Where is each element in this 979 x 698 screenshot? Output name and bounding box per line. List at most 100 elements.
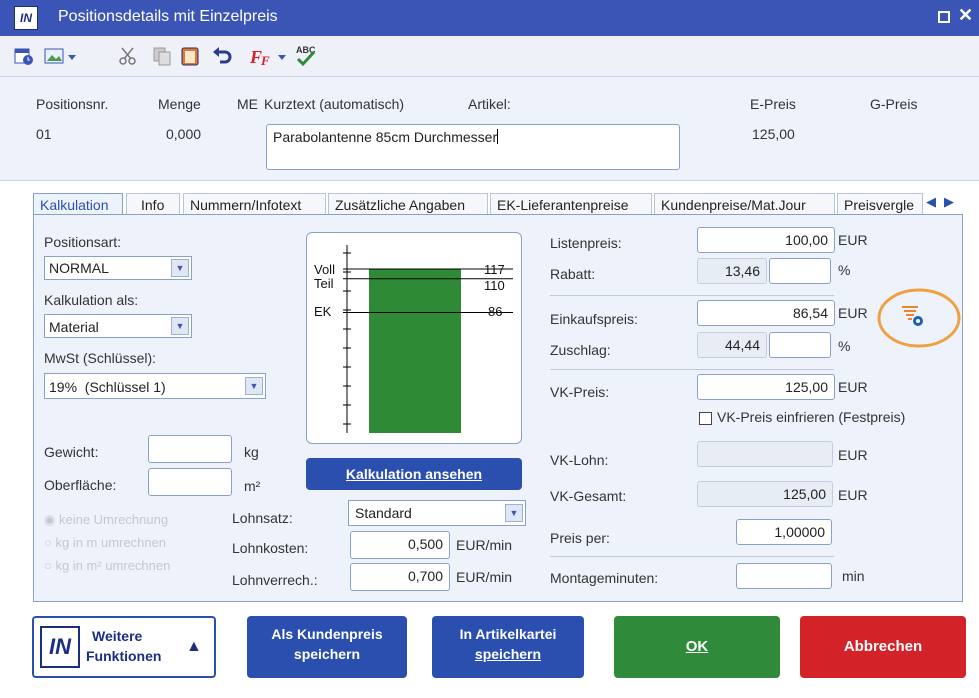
font-dropdown-icon[interactable]: FF (250, 46, 290, 66)
rabatt-label: Rabatt: (550, 266, 596, 282)
tab-label: Kalkulation (40, 197, 109, 213)
title-bar: IN Positionsdetails mit Einzelpreis ✕ (0, 0, 979, 36)
tab-nummern-infotext[interactable]: Nummern/Infotext (183, 193, 326, 215)
radio-kg-in-m[interactable]: ○ kg in m umrechnen (44, 535, 166, 550)
chevron-down-icon[interactable]: ▼ (171, 317, 189, 335)
listenpreis-unit: EUR (838, 232, 868, 248)
vklohn-unit: EUR (838, 447, 868, 463)
button-label: speichern (293, 646, 361, 662)
tab-zusaetzliche-angaben[interactable]: Zusätzliche Angaben (328, 193, 488, 215)
lohnsatz-select[interactable]: Standard ▼ (348, 500, 526, 526)
chart-value-voll: 117 (484, 262, 505, 277)
chart-value-ek: 86 (488, 304, 503, 319)
lohnsatz-value: Standard (355, 505, 412, 521)
zuschlag-label: Zuschlag: (550, 342, 611, 358)
rabatt-input[interactable] (769, 258, 831, 284)
chevron-down-icon[interactable]: ▼ (505, 504, 523, 522)
undo-icon[interactable] (212, 46, 232, 66)
radio-label: keine Umrechnung (58, 512, 169, 527)
paste-icon[interactable] (180, 46, 200, 66)
tab-ek-lieferantenpreise[interactable]: EK-Lieferantenpreise (490, 193, 652, 215)
tab-label: Zusätzliche Angaben (335, 197, 465, 213)
chevron-down-icon[interactable]: ▼ (171, 259, 189, 277)
montage-input[interactable] (736, 563, 832, 589)
lohnkosten-unit: EUR/min (456, 537, 513, 553)
gewicht-input[interactable] (148, 435, 232, 463)
positionsart-select[interactable]: NORMAL ▼ (44, 256, 192, 280)
ok-button[interactable]: OK (614, 616, 780, 678)
tab-scroll-left-icon[interactable]: ◀ (926, 194, 936, 210)
zuschlag-input[interactable] (769, 332, 831, 358)
einfrieren-checkbox[interactable] (699, 412, 712, 425)
app-logo-text: IN (20, 11, 32, 25)
mwst-value: 19% (Schlüssel 1) (49, 379, 166, 395)
kurztext-header: Kurztext (automatisch) (264, 96, 405, 112)
window-title: Positionsdetails mit Einzelpreis (58, 8, 278, 25)
radio-label: kg in m² umrechnen (55, 558, 171, 573)
tab-preisvergleich[interactable]: Preisvergle (837, 193, 923, 215)
chevron-down-icon[interactable]: ▼ (245, 377, 263, 395)
copy-icon[interactable] (152, 46, 172, 66)
button-label: speichern (474, 646, 542, 662)
vkgesamt-value: 125,00 (697, 481, 833, 507)
lohnkosten-label: Lohnkosten: (232, 540, 309, 556)
zuschlag-unit: % (838, 338, 851, 354)
vkgesamt-label: VK-Gesamt: (550, 488, 627, 504)
kurztext-input[interactable]: Parabolantenne 85cm Durchmesser (266, 124, 680, 170)
button-label: In Artikelkartei (459, 626, 557, 642)
preisper-input[interactable]: 1,00000 (736, 519, 832, 545)
tab-label: EK-Lieferantenpreise (497, 197, 629, 213)
calendar-clock-icon[interactable] (14, 46, 34, 66)
epreis-header: E-Preis (750, 96, 796, 112)
close-icon[interactable]: ✕ (958, 5, 974, 29)
maximize-icon[interactable] (938, 11, 950, 23)
positionsart-label: Positionsart: (44, 234, 122, 250)
spellcheck-icon[interactable]: ABC (294, 44, 320, 68)
preisper-label: Preis per: (550, 530, 610, 546)
lohnverrech-label: Lohnverrech.: (232, 572, 318, 588)
image-dropdown-icon[interactable] (44, 46, 78, 66)
oberflaeche-input[interactable] (148, 468, 232, 496)
gewicht-label: Gewicht: (44, 444, 99, 460)
positionsnr-header: Positionsnr. (36, 96, 109, 112)
menge-value: 0,000 (166, 126, 202, 142)
einkaufspreis-input[interactable]: 86,54 (697, 300, 835, 326)
mwst-select[interactable]: 19% (Schlüssel 1) ▼ (44, 373, 266, 399)
in-artikelkartei-speichern-button[interactable]: In Artikelkartei speichern (432, 616, 584, 678)
gewicht-unit: kg (244, 444, 259, 460)
positionsart-value: NORMAL (49, 260, 109, 276)
me-header: ME (237, 96, 258, 112)
vkpreis-unit: EUR (838, 379, 868, 395)
svg-text:F: F (260, 53, 270, 66)
als-kundenpreis-speichern-button[interactable]: Als Kundenpreis speichern (247, 616, 407, 678)
montage-unit: min (842, 568, 865, 584)
lohnkosten-input[interactable]: 0,500 (350, 531, 450, 559)
vklohn-label: VK-Lohn: (550, 452, 609, 468)
vkpreis-input[interactable]: 125,00 (697, 374, 835, 400)
lohnverrech-input[interactable]: 0,700 (350, 563, 450, 591)
tab-scroll-right-icon[interactable]: ▶ (944, 194, 954, 210)
mwst-label: MwSt (Schlüssel): (44, 350, 157, 366)
oberflaeche-label: Oberfläche: (44, 477, 117, 493)
kalkulation-ansehen-button[interactable]: Kalkulation ansehen (306, 458, 522, 490)
cut-icon[interactable] (118, 46, 138, 66)
kurztext-text: Parabolantenne 85cm Durchmesser (273, 129, 498, 145)
price-lookup-icon[interactable] (900, 303, 926, 329)
rabatt-value: 13,46 (697, 258, 767, 284)
kalkulation-als-select[interactable]: Material ▼ (44, 314, 192, 338)
weitere-label-1: Weitere (92, 628, 143, 644)
menge-header: Menge (158, 96, 201, 112)
radio-kg-in-m2[interactable]: ○ kg in m² umrechnen (44, 558, 170, 573)
radio-keine-umrechnung[interactable]: ◉ keine Umrechnung (44, 512, 168, 528)
tab-kalkulation[interactable]: Kalkulation (33, 193, 123, 215)
weitere-funktionen-button[interactable]: IN Weitere Funktionen ▲ (32, 616, 216, 678)
chart-label-voll: Voll (314, 262, 335, 277)
toolbar: FF ABC (0, 36, 979, 77)
abbrechen-button[interactable]: Abbrechen (800, 616, 966, 678)
tab-label: Preisvergle (844, 197, 915, 213)
tab-info[interactable]: Info (126, 193, 180, 215)
listenpreis-input[interactable]: 100,00 (697, 227, 835, 253)
positionsnr-value: 01 (36, 126, 52, 142)
tab-kundenpreise[interactable]: Kundenpreise/Mat.Jour (654, 193, 835, 215)
tab-label: Nummern/Infotext (190, 197, 302, 213)
